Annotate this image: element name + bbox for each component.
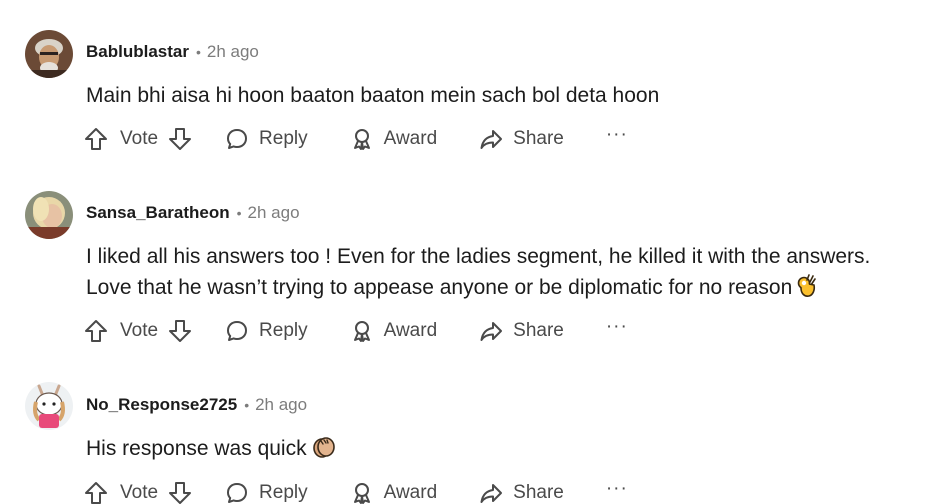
avatar[interactable]	[25, 382, 73, 430]
share-label: Share	[513, 320, 564, 341]
award-button[interactable]: Award	[350, 478, 438, 504]
separator-dot: •	[236, 205, 242, 221]
timestamp[interactable]: 2h ago	[207, 42, 259, 62]
timestamp[interactable]: 2h ago	[248, 203, 300, 223]
comment-meta: No_Response2725 • 2h ago	[86, 395, 307, 415]
clapping-hands-emoji	[311, 435, 337, 468]
share-arrow-icon	[479, 127, 503, 151]
reply-button[interactable]: Reply	[225, 478, 308, 504]
avatar[interactable]	[25, 30, 73, 78]
reply-label: Reply	[259, 482, 308, 503]
comment-actions: Vote Reply Award Share ···	[84, 124, 628, 154]
award-button[interactable]: Award	[350, 316, 438, 346]
comment-body: His response was quick	[86, 433, 921, 468]
separator-dot: •	[244, 397, 250, 413]
share-label: Share	[513, 482, 564, 503]
share-button[interactable]: Share	[479, 316, 564, 346]
upvote-arrow-icon[interactable]	[84, 478, 108, 504]
award-button[interactable]: Award	[350, 124, 438, 154]
speech-bubble-icon	[225, 481, 249, 504]
upvote-arrow-icon[interactable]	[84, 124, 108, 154]
vote-label: Vote	[120, 128, 159, 149]
share-label: Share	[513, 128, 564, 149]
comment-body: I liked all his answers too ! Even for t…	[86, 241, 921, 307]
downvote-arrow-icon[interactable]	[168, 478, 192, 504]
comment-text: His response was quick	[86, 437, 307, 460]
share-button[interactable]: Share	[479, 478, 564, 504]
upvote-arrow-icon[interactable]	[84, 316, 108, 346]
award-ribbon-icon	[350, 481, 374, 504]
more-options-icon[interactable]: ···	[606, 474, 628, 504]
vote-label: Vote	[120, 320, 159, 341]
more-options-icon[interactable]: ···	[606, 120, 628, 150]
comment-text: Main bhi aisa hi hoon baaton baaton mein…	[86, 84, 660, 107]
vote-group: Vote	[84, 124, 192, 154]
separator-dot: •	[195, 44, 201, 60]
reply-button[interactable]: Reply	[225, 124, 308, 154]
comment-text: I liked all his answers too ! Even for t…	[86, 245, 871, 299]
speech-bubble-icon	[225, 127, 249, 151]
username[interactable]: No_Response2725	[86, 395, 237, 415]
comment-meta: Sansa_Baratheon • 2h ago	[86, 203, 300, 223]
share-arrow-icon	[479, 481, 503, 504]
reply-button[interactable]: Reply	[225, 316, 308, 346]
award-label: Award	[383, 482, 438, 503]
share-button[interactable]: Share	[479, 124, 564, 154]
reply-label: Reply	[259, 128, 308, 149]
share-arrow-icon	[479, 319, 503, 343]
vote-group: Vote	[84, 316, 192, 346]
vote-group: Vote	[84, 478, 192, 504]
comment-actions: Vote Reply Award Share ···	[84, 478, 628, 504]
award-label: Award	[383, 128, 438, 149]
comment-actions: Vote Reply Award Share ···	[84, 316, 628, 346]
award-ribbon-icon	[350, 127, 374, 151]
avatar[interactable]	[25, 191, 73, 239]
comment-meta: Bablublastar • 2h ago	[86, 42, 259, 62]
downvote-arrow-icon[interactable]	[168, 316, 192, 346]
reply-label: Reply	[259, 320, 308, 341]
vote-label: Vote	[120, 482, 159, 503]
award-ribbon-icon	[350, 319, 374, 343]
ok-hand-emoji	[796, 274, 818, 307]
username[interactable]: Bablublastar	[86, 42, 189, 62]
comment-body: Main bhi aisa hi hoon baaton baaton mein…	[86, 80, 921, 111]
downvote-arrow-icon[interactable]	[168, 124, 192, 154]
username[interactable]: Sansa_Baratheon	[86, 203, 230, 223]
speech-bubble-icon	[225, 319, 249, 343]
award-label: Award	[383, 320, 438, 341]
more-options-icon[interactable]: ···	[606, 312, 628, 342]
timestamp[interactable]: 2h ago	[255, 395, 307, 415]
